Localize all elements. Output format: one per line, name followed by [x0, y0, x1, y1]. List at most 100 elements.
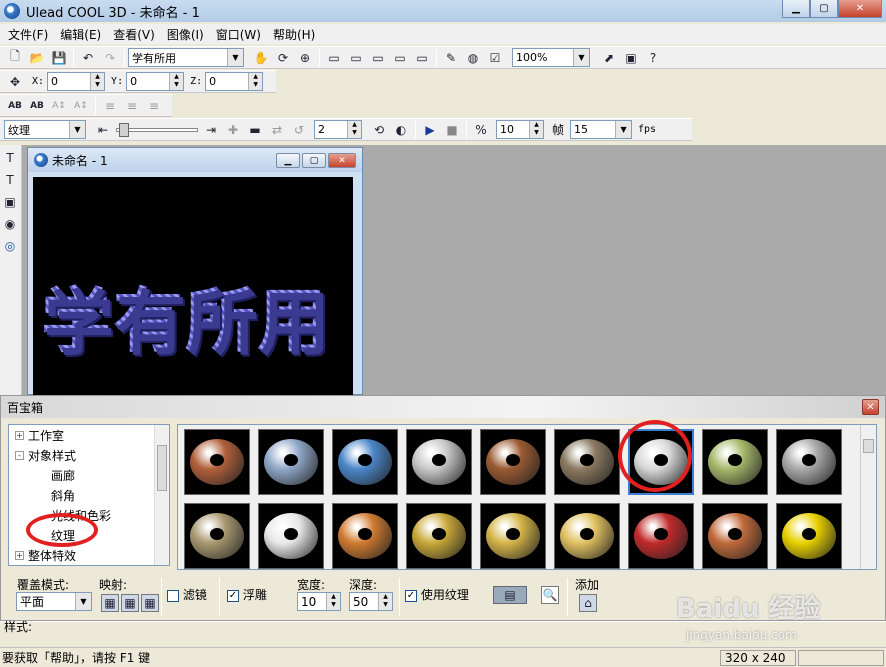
- checkbox-icon[interactable]: ☑: [486, 49, 504, 67]
- new-file-icon[interactable]: 🗋: [6, 49, 24, 67]
- width-input[interactable]: 10 ▲ ▼: [297, 592, 341, 611]
- edit-graphic-icon[interactable]: ◉: [1, 215, 19, 233]
- mapping-3-icon[interactable]: ▦: [141, 594, 159, 612]
- fps-select[interactable]: 15 ▼: [570, 120, 633, 139]
- undo-icon[interactable]: ↶: [79, 49, 97, 67]
- texture-thumbnail-silver-white[interactable]: [258, 503, 324, 569]
- add-keyframe-icon[interactable]: ✚: [224, 121, 242, 139]
- texture-thumbnail-red-brick-tile[interactable]: [628, 503, 694, 569]
- texture-thumbnail-wood-bark[interactable]: [480, 429, 546, 495]
- depth-input[interactable]: 50 ▲ ▼: [349, 592, 393, 611]
- texture-thumbnail-sand-fabric[interactable]: [184, 503, 250, 569]
- texture-thumbnail-metal-blue-pattern[interactable]: [258, 429, 324, 495]
- palette-close-button[interactable]: ✕: [862, 399, 879, 415]
- emboss-option[interactable]: ✓ 浮雕: [227, 586, 267, 603]
- mapping-1-icon[interactable]: ▦: [101, 594, 119, 612]
- tree-item-object-style[interactable]: - 对象样式: [9, 445, 169, 465]
- play-icon[interactable]: ▶: [421, 121, 439, 139]
- paint-icon[interactable]: ✎: [442, 49, 460, 67]
- rotate-icon[interactable]: ⟳: [274, 49, 292, 67]
- insert-text-icon[interactable]: T: [1, 149, 19, 167]
- texture-thumbnail-white-brick[interactable]: [406, 429, 472, 495]
- move-keyframe-icon[interactable]: ⇄: [268, 121, 286, 139]
- pingpong-icon[interactable]: ◐: [392, 121, 410, 139]
- smooth-icon[interactable]: %: [472, 121, 490, 139]
- menu-image[interactable]: 图像(I): [161, 26, 210, 43]
- menu-view[interactable]: 查看(V): [107, 26, 161, 43]
- align-left-icon[interactable]: ≡: [101, 97, 119, 115]
- x-input[interactable]: 0 ▲ ▼: [47, 72, 106, 91]
- camera-view-1-icon[interactable]: ▭: [325, 49, 343, 67]
- use-texture-checkbox[interactable]: ✓: [405, 589, 417, 602]
- stop-icon[interactable]: ■: [443, 121, 461, 139]
- texture-thumbnail-gold-bright[interactable]: [480, 503, 546, 569]
- zoom-select[interactable]: 100% ▼: [512, 48, 590, 67]
- reverse-icon[interactable]: ↺: [290, 121, 308, 139]
- texture-thumbnail-terracotta[interactable]: [702, 503, 768, 569]
- save-icon[interactable]: 💾: [50, 49, 68, 67]
- redo-icon[interactable]: ↷: [101, 49, 119, 67]
- first-keyframe-icon[interactable]: ⇤: [94, 121, 112, 139]
- text-object-select[interactable]: 学有所用 ▼: [128, 48, 244, 67]
- render-canvas[interactable]: 学有所用: [33, 177, 353, 395]
- frame-step-input[interactable]: 2 ▲ ▼: [314, 120, 362, 139]
- menu-window[interactable]: 窗口(W): [210, 26, 267, 43]
- texture-thumbnail-gray-marble[interactable]: [776, 429, 842, 495]
- texture-thumbnail-yellow[interactable]: [776, 503, 842, 569]
- 3d-text-object[interactable]: 学有所用: [41, 265, 329, 366]
- edit-text-icon[interactable]: T: [1, 171, 19, 189]
- export-icon[interactable]: ⬈: [600, 49, 618, 67]
- frame-slider[interactable]: [116, 122, 198, 137]
- tree-item-studio[interactable]: + 工作室: [9, 425, 169, 445]
- tree-item-bevel[interactable]: 斜角: [9, 485, 169, 505]
- z-input[interactable]: 0 ▲ ▼: [205, 72, 264, 91]
- hand-move-icon[interactable]: ✋: [252, 49, 270, 67]
- text-spacing-icon[interactable]: AB: [6, 97, 24, 115]
- camera-view-3-icon[interactable]: ▭: [369, 49, 387, 67]
- align-center-icon[interactable]: ≡: [123, 97, 141, 115]
- last-keyframe-icon[interactable]: ⇥: [202, 121, 220, 139]
- filter-option[interactable]: 滤镜: [167, 586, 207, 603]
- slider-thumb[interactable]: [119, 122, 129, 137]
- minimize-button[interactable]: ▁: [782, 0, 810, 18]
- texture-thumbnail-copper-orange[interactable]: [332, 503, 398, 569]
- camera-view-2-icon[interactable]: ▭: [347, 49, 365, 67]
- texture-thumbnail-green-moss[interactable]: [702, 429, 768, 495]
- cover-mode-select[interactable]: 平面 ▼: [16, 592, 92, 611]
- frame-count-input[interactable]: 10 ▲ ▼: [496, 120, 544, 139]
- tree-scroll-thumb[interactable]: [157, 445, 167, 491]
- open-folder-icon[interactable]: 📂: [28, 49, 46, 67]
- insert-graphic-icon[interactable]: ▣: [1, 193, 19, 211]
- globe-icon[interactable]: ◍: [464, 49, 482, 67]
- texture-thumbnail-gold-shiny[interactable]: [554, 503, 620, 569]
- mapping-2-icon[interactable]: ▦: [121, 594, 139, 612]
- help-pointer-icon[interactable]: ?: [644, 49, 662, 67]
- move-object-icon[interactable]: ✥: [6, 73, 24, 91]
- doc-minimize-button[interactable]: ▁: [276, 153, 300, 168]
- texture-thumbnail-stone-rock[interactable]: [554, 429, 620, 495]
- texture-image-icon[interactable]: ▤: [493, 586, 527, 604]
- size-icon[interactable]: ⊕: [296, 49, 314, 67]
- use-texture-option[interactable]: ✓ 使用纹理: [405, 586, 469, 603]
- animation-icon[interactable]: ▣: [622, 49, 640, 67]
- menu-file[interactable]: 文件(F): [2, 26, 54, 43]
- menu-edit[interactable]: 编辑(E): [54, 26, 107, 43]
- filter-checkbox[interactable]: [167, 589, 179, 602]
- menu-help[interactable]: 帮助(H): [267, 26, 321, 43]
- close-button[interactable]: ✕: [838, 0, 882, 18]
- add-to-palette-icon[interactable]: ⌂: [579, 594, 597, 612]
- tree-item-gallery[interactable]: 画廊: [9, 465, 169, 485]
- loop-icon[interactable]: ⟲: [370, 121, 388, 139]
- remove-keyframe-icon[interactable]: ▬: [246, 121, 264, 139]
- grid-scrollbar[interactable]: [860, 425, 876, 569]
- y-input[interactable]: 0 ▲ ▼: [126, 72, 185, 91]
- grid-scroll-thumb[interactable]: [863, 439, 874, 453]
- doc-maximize-button[interactable]: ▢: [302, 153, 326, 168]
- texture-thumbnail-blue-rough[interactable]: [332, 429, 398, 495]
- maximize-button[interactable]: ▢: [810, 0, 838, 18]
- line-spacing-narrow-icon[interactable]: A↕: [72, 97, 90, 115]
- tree-item-global-effects[interactable]: + 整体特效: [9, 545, 169, 565]
- emboss-checkbox[interactable]: ✓: [227, 589, 239, 602]
- texture-thumbnail-gold[interactable]: [406, 503, 472, 569]
- align-right-icon[interactable]: ≡: [145, 97, 163, 115]
